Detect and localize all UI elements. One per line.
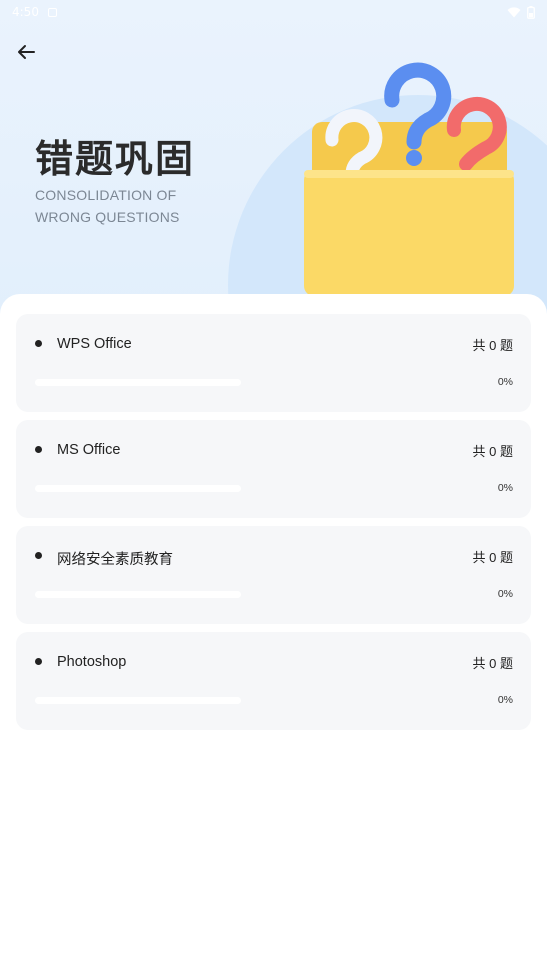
status-bar: 4:50 [0, 0, 547, 24]
bullet-dot [35, 340, 42, 347]
wifi-icon [507, 6, 521, 17]
question-count: 共 0 题 [472, 444, 513, 459]
subject-card-network-security[interactable]: 网络安全素质教育 共 0 题 0% [16, 526, 531, 624]
page-subtitle: CONSOLIDATION OF WRONG QUESTIONS [35, 187, 180, 225]
folder-question-illustration [228, 62, 547, 320]
battery-icon [527, 5, 535, 19]
page-title: 错题巩固 [35, 137, 196, 181]
bullet-dot [35, 552, 42, 559]
question-count: 共 0 题 [472, 656, 513, 671]
subject-title: WPS Office [57, 336, 132, 352]
progress-percent: 0% [497, 482, 513, 494]
subject-card-ms-office[interactable]: MS Office 共 0 题 0% [16, 420, 531, 518]
subject-title: MS Office [57, 442, 121, 458]
subject-title: 网络安全素质教育 [57, 552, 173, 568]
folder-front [304, 170, 514, 296]
subject-list-panel: WPS Office 共 0 题 0% MS Office 共 0 题 0% 网… [0, 294, 547, 974]
question-count: 共 0 题 [472, 550, 513, 565]
subject-card-photoshop[interactable]: Photoshop 共 0 题 0% [16, 632, 531, 730]
subject-title: Photoshop [57, 654, 127, 670]
progress-percent: 0% [497, 588, 513, 600]
status-icons [507, 5, 535, 19]
subject-card-wps[interactable]: WPS Office 共 0 题 0% [16, 314, 531, 412]
bullet-dot [35, 658, 42, 665]
status-time: 4:50 [12, 5, 39, 19]
progress-bar [35, 591, 241, 598]
progress-percent: 0% [497, 694, 513, 706]
question-count: 共 0 题 [472, 338, 513, 353]
back-button[interactable] [10, 36, 42, 68]
hero-banner: 4:50 错题巩固 CONSOLIDATION OF WRONG QUESTIO… [0, 0, 547, 320]
bullet-dot [35, 446, 42, 453]
progress-bar [35, 697, 241, 704]
progress-bar [35, 379, 241, 386]
notification-icon [47, 7, 57, 17]
progress-bar [35, 485, 241, 492]
arrow-left-icon [18, 45, 35, 59]
progress-percent: 0% [497, 376, 513, 388]
